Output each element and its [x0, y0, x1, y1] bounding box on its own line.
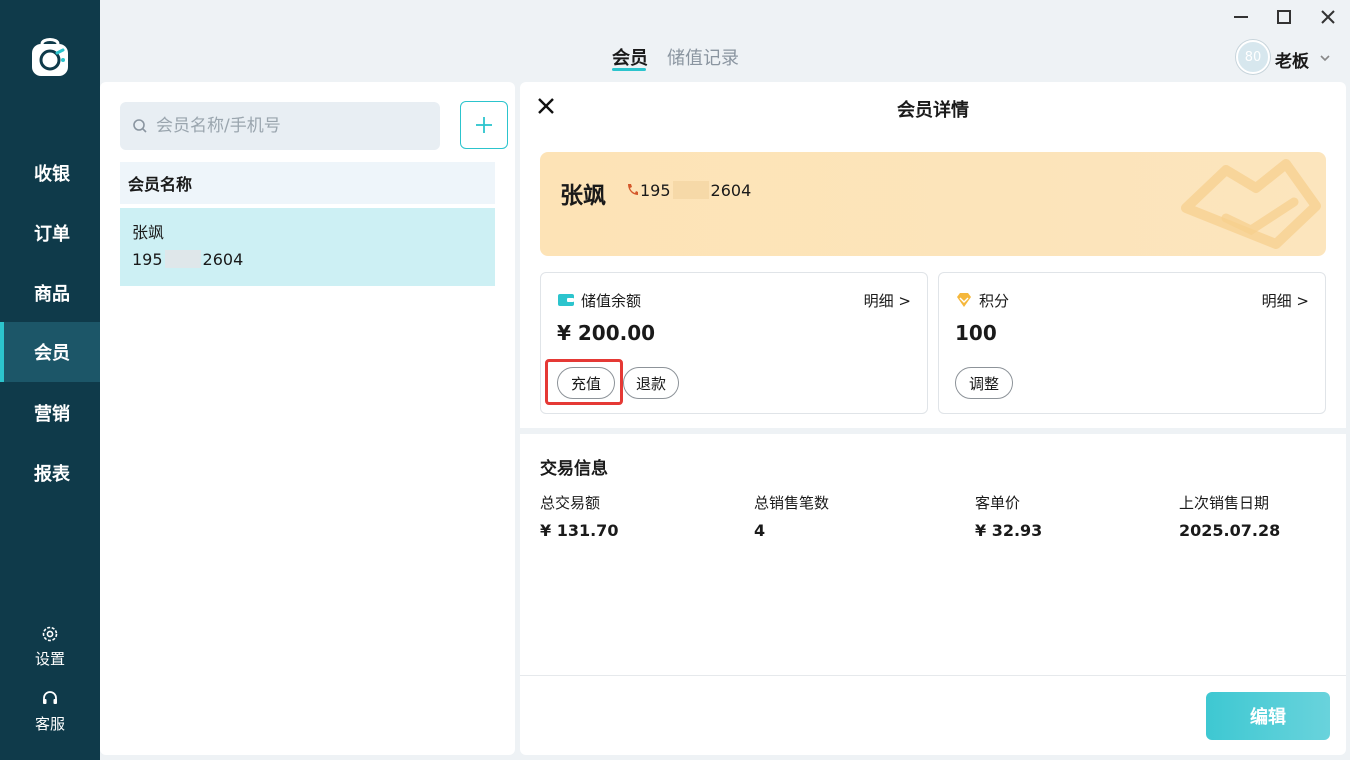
refund-button[interactable]: 退款 — [623, 367, 679, 399]
sidebar-item-label: 营销 — [34, 404, 70, 425]
user-name[interactable]: 老板 — [1275, 47, 1309, 72]
plus-icon — [476, 117, 492, 133]
trade-label: 客单价 — [975, 494, 1021, 512]
adjust-points-button[interactable]: 调整 — [955, 367, 1013, 399]
sidebar-item-orders[interactable]: 订单 — [0, 203, 100, 263]
minimize-icon[interactable] — [1230, 6, 1252, 28]
sidebar-item-products[interactable]: 商品 — [0, 263, 100, 323]
trade-section-title: 交易信息 — [540, 459, 608, 479]
trade-value: ¥ 131.70 — [540, 521, 619, 540]
page-title: 会员详情 — [897, 100, 969, 121]
member-card-phone: 195 2604 — [640, 181, 751, 200]
trade-avg-price: 客单价 ¥ 32.93 — [975, 492, 1042, 540]
balance-title: 储值余额 — [581, 292, 642, 310]
crown-decoration-icon — [1181, 159, 1321, 249]
sidebar-item-label: 商品 — [34, 284, 70, 305]
list-item[interactable]: 张飒 195 2604 — [120, 208, 495, 286]
points-title: 积分 — [979, 292, 1010, 310]
sidebar-item-label: 收银 — [34, 164, 70, 185]
sidebar-item-marketing[interactable]: 营销 — [0, 383, 100, 443]
avatar[interactable]: 80 — [1236, 40, 1270, 74]
list-header: 会员名称 — [120, 162, 495, 204]
balance-detail-link[interactable]: 明细 > — [864, 290, 911, 311]
sidebar-item-label: 会员 — [34, 343, 70, 364]
member-name: 张飒 — [132, 223, 165, 242]
settings-label: 设置 — [34, 650, 65, 668]
headset-icon — [43, 691, 57, 704]
trade-value: 4 — [754, 521, 766, 540]
trade-label: 总销售笔数 — [754, 494, 830, 512]
phone-icon — [628, 184, 638, 195]
phone-mask — [672, 181, 709, 199]
phone-suffix: 2604 — [710, 181, 752, 200]
member-phone: 195 2604 — [132, 248, 483, 272]
member-card-name: 张飒 — [560, 183, 606, 209]
customer-service-button[interactable]: 客服 — [0, 689, 100, 734]
member-list-panel: 会员名称 张飒 195 2604 — [100, 82, 515, 755]
recharge-button[interactable]: 充值 — [557, 367, 615, 399]
trade-value: ¥ 32.93 — [975, 521, 1043, 540]
points-card: 积分 明细 > 100 调整 — [938, 272, 1326, 414]
member-detail-panel: 会员详情 张飒 195 2604 储值余额 明细 > ¥ 200.00 充值 退款… — [520, 82, 1346, 755]
phone-mask — [164, 250, 201, 268]
list-header-label: 会员名称 — [128, 175, 193, 194]
sidebar-item-reports[interactable]: 报表 — [0, 443, 100, 503]
tab-members[interactable]: 会员 — [612, 44, 648, 70]
avatar-text: 80 — [1244, 49, 1262, 65]
search-input[interactable] — [156, 116, 426, 136]
close-window-icon[interactable] — [1317, 6, 1339, 28]
gear-icon — [42, 626, 58, 642]
balance-card: 储值余额 明细 > ¥ 200.00 充值 退款 — [540, 272, 928, 414]
add-member-button[interactable] — [460, 101, 508, 149]
maximize-icon[interactable] — [1273, 6, 1295, 28]
search-box[interactable] — [120, 102, 440, 150]
chevron-down-icon[interactable] — [1318, 50, 1332, 64]
trade-label: 上次销售日期 — [1179, 494, 1270, 512]
service-label: 客服 — [34, 715, 65, 733]
phone-prefix: 195 — [132, 250, 163, 269]
phone-prefix: 195 — [640, 181, 671, 200]
sidebar-item-cashier[interactable]: 收银 — [0, 143, 100, 203]
wallet-icon — [558, 294, 574, 306]
section-divider — [520, 428, 1346, 434]
settings-button[interactable]: 设置 — [0, 624, 100, 669]
tab-recharge-records[interactable]: 储值记录 — [667, 44, 739, 70]
sidebar: 收银 订单 商品 会员 营销 报表 设置 客服 — [0, 0, 100, 760]
phone-suffix: 2604 — [202, 250, 244, 269]
member-card: 张飒 195 2604 — [540, 152, 1326, 256]
balance-value: ¥ 200.00 — [557, 321, 656, 345]
search-icon — [133, 119, 147, 133]
trade-total-amount: 总交易额 ¥ 131.70 — [540, 492, 618, 540]
trade-value: 2025.07.28 — [1179, 521, 1281, 540]
trade-label: 总交易额 — [540, 494, 601, 512]
points-value: 100 — [955, 321, 997, 345]
footer-divider — [520, 675, 1346, 676]
active-tab-indicator — [612, 68, 646, 71]
app-logo-icon — [30, 36, 72, 78]
trade-total-count: 总销售笔数 4 — [754, 492, 829, 540]
points-detail-link[interactable]: 明细 > — [1262, 290, 1309, 311]
edit-button[interactable]: 编辑 — [1206, 692, 1330, 740]
diamond-icon — [957, 293, 971, 307]
sidebar-item-members[interactable]: 会员 — [0, 322, 100, 382]
sidebar-item-label: 订单 — [34, 224, 70, 245]
trade-last-sale-date: 上次销售日期 2025.07.28 — [1179, 492, 1280, 540]
sidebar-item-label: 报表 — [34, 464, 70, 485]
